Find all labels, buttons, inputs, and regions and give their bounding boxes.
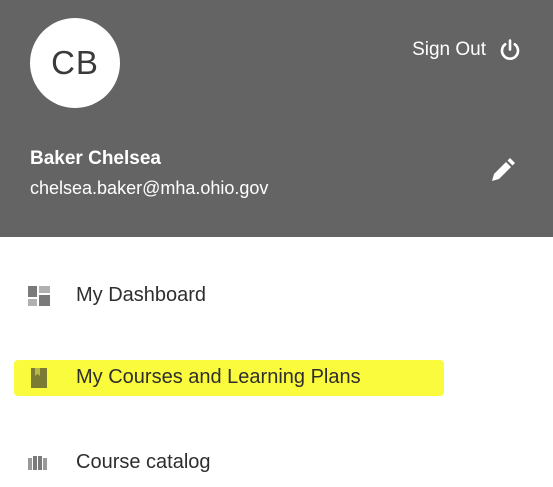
book-icon [28,368,50,388]
dashboard-grid-icon [28,286,50,306]
avatar-initials: CB [51,44,99,81]
catalog-books-icon [28,453,50,473]
sign-out-label: Sign Out [412,39,486,60]
nav-item-label: My Dashboard [76,284,207,306]
user-profile-header: CB Sign Out Baker Chelsea chelsea.baker@… [0,0,553,237]
user-email: chelsea.baker@mha.ohio.gov [30,178,269,198]
user-name: Baker Chelsea [30,148,161,169]
sign-out-button[interactable]: Sign Out [412,38,521,62]
nav-item-label: My Courses and Learning Plans [76,366,361,388]
edit-profile-button[interactable] [486,155,518,187]
nav-item-my-dashboard[interactable]: My Dashboard [0,274,553,318]
pencil-icon [486,158,518,191]
nav-item-label: Course catalog [76,451,211,473]
power-icon [499,38,521,62]
nav-item-my-courses[interactable]: My Courses and Learning Plans [0,356,553,400]
avatar: CB [30,18,120,108]
nav-item-course-catalog[interactable]: Course catalog [0,441,553,485]
